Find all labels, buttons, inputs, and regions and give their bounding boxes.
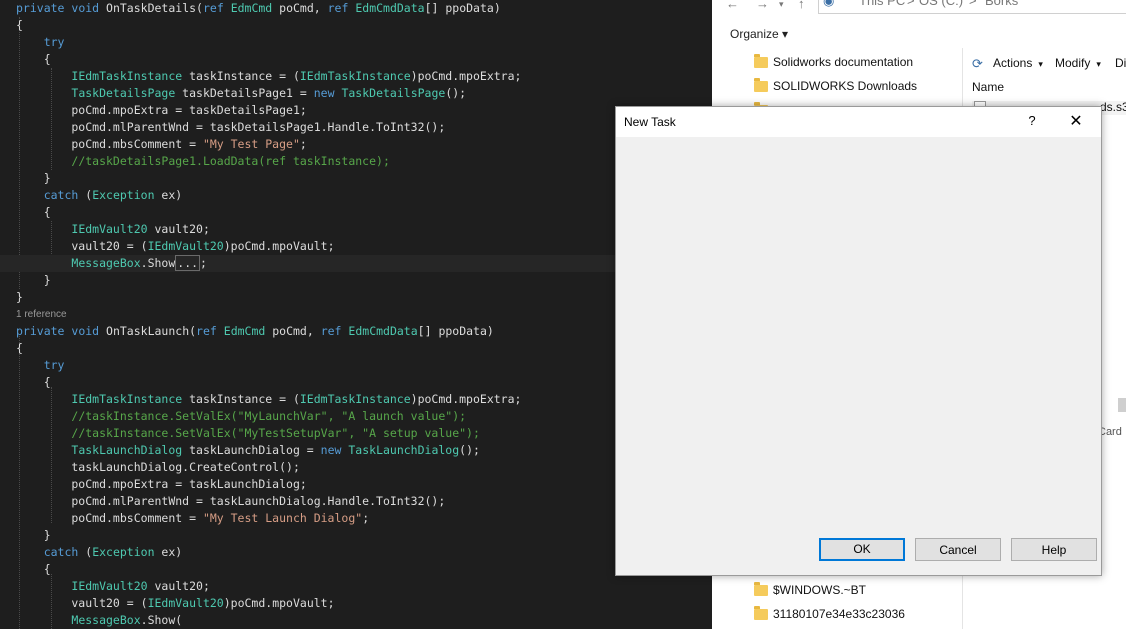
folder-label: $WINDOWS.~BT: [773, 583, 867, 597]
code-line: {: [16, 341, 23, 355]
actions-icon: ⟳: [972, 56, 983, 71]
forward-arrow-icon[interactable]: →: [756, 0, 769, 11]
code-line: poCmd.mpoExtra = taskLaunchDialog;: [16, 477, 307, 491]
code-line: MessageBox.Show(: [71, 613, 183, 627]
code-line: }: [16, 528, 51, 542]
up-arrow-icon[interactable]: ↑: [798, 0, 805, 11]
code-line: TaskLaunchDialog taskLaunchDialog = new …: [71, 443, 480, 457]
new-task-dialog: New Task ? ✕ OK Cancel Help: [615, 106, 1102, 576]
this-pc-icon: ◉: [823, 0, 835, 8]
breadcrumb-folder[interactable]: Borks: [985, 0, 1018, 9]
modify-label: Modify: [1055, 56, 1091, 70]
code-line: {: [16, 562, 51, 576]
code-line: poCmd.mbsComment = "My Test Page";: [16, 137, 307, 151]
help-question-icon[interactable]: ?: [1020, 113, 1044, 131]
chevron-down-icon: ▾: [1096, 59, 1101, 69]
folder-label: Solidworks documentation: [773, 55, 914, 69]
code-line: }: [16, 171, 51, 185]
name-column-header[interactable]: Name: [972, 80, 1004, 94]
close-icon[interactable]: ✕: [1062, 110, 1090, 134]
folder-label: SOLIDWORKS Downloads: [773, 79, 918, 93]
code-line: vault20 = (IEdmVault20)poCmd.mpoVault;: [16, 239, 335, 253]
actions-label: Actions: [993, 56, 1033, 70]
scrollbar-thumb[interactable]: [1118, 398, 1126, 412]
organize-button[interactable]: Organize ▾: [730, 27, 788, 41]
recent-chevron-icon[interactable]: ▾: [779, 0, 784, 10]
code-line: taskLaunchDialog.CreateControl();: [16, 460, 300, 474]
code-editor[interactable]: private void OnTaskDetails(ref EdmCmd po…: [0, 0, 712, 629]
breadcrumb-separator: >: [907, 0, 915, 8]
code-line: IEdmTaskInstance taskInstance = (IEdmTas…: [71, 69, 522, 83]
code-line: catch (Exception ex): [43, 188, 183, 202]
code-line: catch (Exception ex): [43, 545, 183, 559]
display-menu-partial[interactable]: Di: [1115, 56, 1126, 70]
breadcrumb-drive[interactable]: OS (C:): [919, 0, 963, 9]
code-line: //taskInstance.SetValEx("MyTestSetupVar"…: [71, 426, 480, 440]
code-line: }: [16, 290, 23, 304]
code-line: try: [43, 358, 65, 372]
code-line: //taskDetailsPage1.LoadData(ref taskInst…: [71, 154, 390, 168]
address-bar[interactable]: ◉ This PC > OS (C:) > Borks: [818, 0, 1126, 14]
chevron-down-icon: ▾: [1038, 59, 1043, 69]
ok-button[interactable]: OK: [819, 538, 905, 561]
modify-menu[interactable]: Modify ▾: [1055, 56, 1101, 70]
folder-icon: [754, 78, 768, 92]
pdm-toolbar: ⟳ Actions ▾ Modify ▾ Di: [966, 53, 1126, 75]
code-line: }: [16, 273, 51, 287]
dialog-title-bar[interactable]: New Task ? ✕: [616, 107, 1101, 137]
code-line: TaskDetailsPage taskDetailsPage1 = new T…: [71, 86, 467, 100]
code-line: {: [16, 375, 51, 389]
code-line: IEdmVault20 vault20;: [71, 222, 210, 236]
code-line: private void OnTaskDetails(ref EdmCmd po…: [16, 1, 501, 15]
breadcrumb-separator: >: [969, 0, 977, 8]
help-button[interactable]: Help: [1011, 538, 1097, 561]
collapsed-code-marker[interactable]: ...: [175, 255, 201, 271]
code-line: vault20 = (IEdmVault20)poCmd.mpoVault;: [16, 596, 335, 610]
code-line: poCmd.mbsComment = "My Test Launch Dialo…: [16, 511, 370, 525]
code-line: {: [16, 205, 51, 219]
folder-label: 31180107e34e33c23036: [773, 607, 905, 621]
code-line: poCmd.mlParentWnd = taskDetailsPage1.Han…: [16, 120, 446, 134]
code-line: IEdmVault20 vault20;: [71, 579, 210, 593]
back-arrow-icon[interactable]: ←: [726, 0, 739, 11]
navigation-bar: ← → ▾ ↑ ◉ This PC > OS (C:) > Borks: [712, 0, 1126, 14]
code-line: //taskInstance.SetValEx("MyLaunchVar", "…: [71, 409, 467, 423]
folder-icon: [754, 54, 768, 68]
code-line: MessageBox.Show...;: [0, 255, 712, 272]
code-line: IEdmTaskInstance taskInstance = (IEdmTas…: [71, 392, 522, 406]
breadcrumb-this-pc[interactable]: This PC: [859, 0, 905, 9]
code-line: poCmd.mpoExtra = taskDetailsPage1;: [16, 103, 307, 117]
folder-icon: [754, 582, 768, 596]
dialog-title: New Task: [624, 115, 676, 129]
code-line: {: [16, 52, 51, 66]
code-line: {: [16, 18, 23, 32]
code-line: poCmd.mlParentWnd = taskLaunchDialog.Han…: [16, 494, 446, 508]
code-lens-reference[interactable]: 1 reference: [16, 306, 67, 323]
actions-menu[interactable]: Actions ▾: [993, 56, 1043, 70]
cancel-button[interactable]: Cancel: [915, 538, 1001, 561]
code-line: private void OnTaskLaunch(ref EdmCmd poC…: [16, 324, 494, 338]
code-line: try: [43, 35, 65, 49]
folder-icon: [754, 606, 768, 620]
file-name-partial: ds.s3: [1100, 100, 1126, 114]
